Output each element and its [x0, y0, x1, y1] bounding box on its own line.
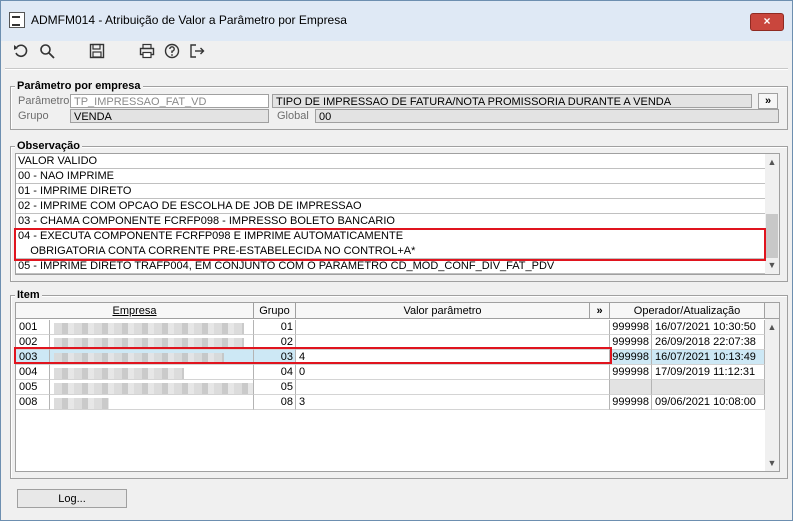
grid-scrollbar[interactable]: ▲ ▼	[765, 319, 779, 471]
global-label: Global	[277, 110, 309, 122]
grupo-cell: 04	[254, 365, 296, 380]
parametro-more-button[interactable]: »	[758, 93, 778, 109]
observacao-list[interactable]: VALOR VALIDO 00 - NAO IMPRIME 01 - IMPRI…	[15, 153, 780, 275]
log-button[interactable]: Log...	[17, 489, 127, 508]
empresa-code-cell: 004	[16, 365, 50, 380]
empresa-name-cell	[50, 350, 254, 365]
operador-cell: 999998	[610, 395, 652, 410]
redacted-company-name	[54, 368, 184, 379]
col-empresa-label: Empresa	[112, 305, 157, 317]
item-group-title: Item	[15, 289, 42, 301]
exit-icon[interactable]	[187, 41, 207, 61]
operador-cell: 999998	[610, 320, 652, 335]
valor-cell[interactable]	[296, 380, 610, 395]
obs-line: 04 - EXECUTA COMPONENTE FCRFP098 E IMPRI…	[18, 230, 404, 242]
table-row[interactable]: 008 08 3 999998 09/06/2021 10:08:00	[16, 395, 765, 410]
empresa-name-cell	[50, 380, 254, 395]
col-empresa[interactable]: Empresa	[16, 303, 254, 319]
operador-cell: 999998	[610, 350, 652, 365]
empresa-code-cell: 001	[16, 320, 50, 335]
grupo-label: Grupo	[18, 110, 49, 122]
obs-line: OBRIGATORIA CONTA CORRENTE PRE-ESTABELEC…	[16, 244, 765, 259]
obs-line: 01 - IMPRIME DIRETO	[16, 184, 765, 199]
grupo-cell: 03	[254, 350, 296, 365]
table-row[interactable]: 001 01 999998 16/07/2021 10:30:50	[16, 320, 765, 335]
app-icon	[9, 12, 25, 28]
search-icon[interactable]	[37, 41, 57, 61]
empresa-code-cell: 002	[16, 335, 50, 350]
col-operador[interactable]: Operador/Atualização	[610, 303, 765, 319]
scroll-up-icon[interactable]: ▲	[765, 155, 779, 169]
valor-cell[interactable]	[296, 335, 610, 350]
observacao-scrollbar[interactable]: ▲ ▼	[765, 154, 779, 274]
col-valor[interactable]: Valor parâmetro	[296, 303, 590, 319]
atualizacao-cell: 26/09/2018 22:07:38	[652, 335, 765, 350]
grupo-cell: 05	[254, 380, 296, 395]
table-row[interactable]: 002 02 999998 26/09/2018 22:07:38	[16, 335, 765, 350]
table-row[interactable]: 004 04 0 999998 17/09/2019 11:12:31	[16, 365, 765, 380]
toolbar-separator	[5, 68, 788, 70]
table-row[interactable]: 003 03 4 999998 16/07/2021 10:13:49	[16, 350, 765, 365]
app-window: ADMFM014 - Atribuição de Valor a Parâmet…	[0, 0, 793, 521]
window-title: ADMFM014 - Atribuição de Valor a Parâmet…	[31, 13, 347, 27]
col-grupo[interactable]: Grupo	[254, 303, 296, 319]
atualizacao-cell	[652, 380, 765, 395]
scroll-up-icon[interactable]: ▲	[765, 320, 779, 334]
scroll-down-icon[interactable]: ▼	[765, 456, 779, 470]
valor-cell[interactable]: 0	[296, 365, 610, 380]
obs-line: 03 - CHAMA COMPONENTE FCRFP098 - IMPRESS…	[16, 214, 765, 229]
close-button[interactable]: ×	[750, 13, 784, 31]
print-icon[interactable]	[137, 41, 157, 61]
empresa-code-cell: 008	[16, 395, 50, 410]
atualizacao-cell: 09/06/2021 10:08:00	[652, 395, 765, 410]
param-group	[10, 86, 788, 130]
redacted-company-name	[54, 338, 244, 349]
col-valor-more-button[interactable]: »	[590, 303, 610, 319]
atualizacao-cell: 16/07/2021 10:30:50	[652, 320, 765, 335]
redacted-company-name	[54, 383, 253, 394]
valor-cell[interactable]: 4	[296, 350, 610, 365]
undo-icon[interactable]	[11, 41, 31, 61]
help-icon[interactable]	[162, 41, 182, 61]
redacted-company-name	[54, 353, 224, 364]
atualizacao-cell: 16/07/2021 10:13:49	[652, 350, 765, 365]
obs-line: 05 - IMPRIME DIRETO TRAFP004, EM CONJUNT…	[16, 259, 765, 274]
parametro-field[interactable]: TP_IMPRESSAO_FAT_VD	[70, 94, 269, 108]
atualizacao-cell: 17/09/2019 11:12:31	[652, 365, 765, 380]
save-icon[interactable]	[87, 41, 107, 61]
obs-line: 00 - NAO IMPRIME	[16, 169, 765, 184]
grid-corner	[765, 303, 779, 319]
redacted-company-name	[54, 398, 109, 409]
obs-line: VALOR VALIDO	[16, 154, 765, 169]
empresa-name-cell	[50, 320, 254, 335]
valor-cell[interactable]: 3	[296, 395, 610, 410]
operador-cell	[610, 380, 652, 395]
obs-line: 02 - IMPRIME COM OPCAO DE ESCOLHA DE JOB…	[16, 199, 765, 214]
empresa-code-cell: 003	[16, 350, 50, 365]
toolbar	[1, 37, 792, 65]
empresa-name-cell	[50, 365, 254, 380]
grupo-cell: 01	[254, 320, 296, 335]
grupo-cell: 02	[254, 335, 296, 350]
item-grid: Empresa Grupo Valor parâmetro » Operador…	[15, 302, 780, 472]
parametro-description: TIPO DE IMPRESSAO DE FATURA/NOTA PROMISS…	[272, 94, 752, 108]
valor-cell[interactable]	[296, 320, 610, 335]
redacted-company-name	[54, 323, 244, 334]
scroll-down-icon[interactable]: ▼	[765, 258, 779, 272]
parametro-label: Parâmetro	[18, 95, 70, 107]
operador-cell: 999998	[610, 335, 652, 350]
operador-cell: 999998	[610, 365, 652, 380]
table-row[interactable]: 005 05	[16, 380, 765, 395]
empresa-name-cell	[50, 395, 254, 410]
grupo-field: VENDA	[70, 109, 269, 123]
observacao-group-title: Observação	[15, 140, 82, 152]
param-group-title: Parâmetro por empresa	[15, 80, 143, 92]
empresa-code-cell: 005	[16, 380, 50, 395]
grupo-cell: 08	[254, 395, 296, 410]
scroll-thumb[interactable]	[766, 214, 778, 258]
title-bar: ADMFM014 - Atribuição de Valor a Parâmet…	[1, 1, 792, 41]
empresa-name-cell	[50, 335, 254, 350]
global-field: 00	[315, 109, 779, 123]
